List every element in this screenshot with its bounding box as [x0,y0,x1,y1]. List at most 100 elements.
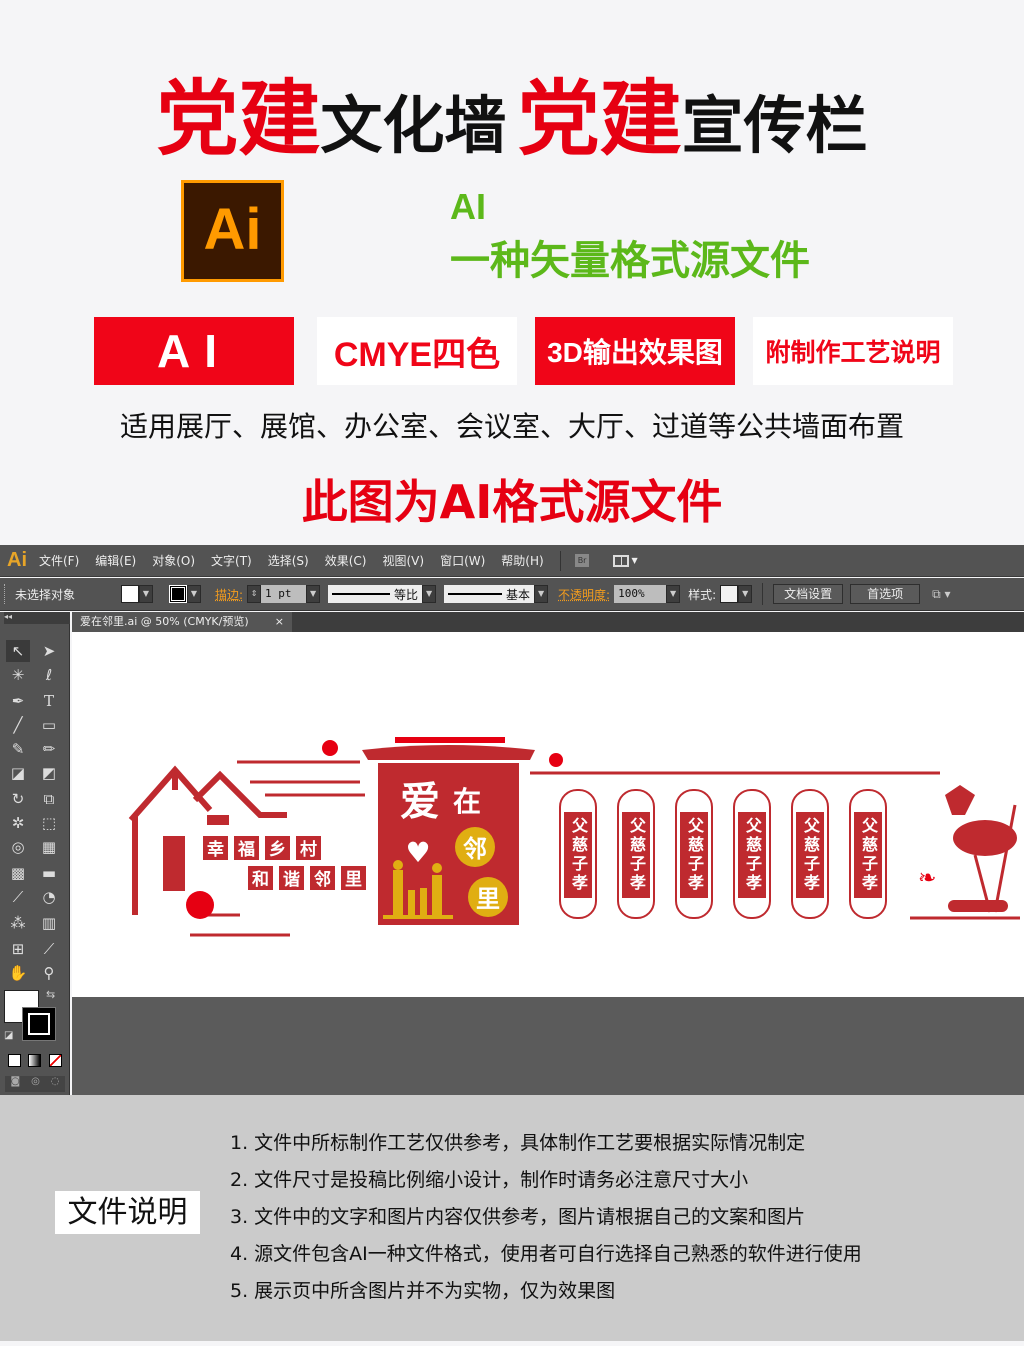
graphic-style-swatch[interactable] [720,585,739,603]
none-mode-icon[interactable] [49,1054,62,1067]
stroke-weight-dropdown[interactable]: ▼ [306,585,321,603]
shape-builder-icon[interactable]: ◎ [6,836,30,858]
perspective-grid-icon[interactable]: ▦ [37,836,61,858]
page-title: 党建文化墙 党建宣传栏 [156,72,868,167]
variable-width-profile[interactable]: 等比 [328,585,423,603]
blob-brush-icon[interactable]: ◪ [6,762,30,784]
stroke-color-box[interactable] [22,1007,56,1041]
pencil-icon[interactable]: ✏ [37,738,61,760]
close-tab-icon[interactable]: × [275,612,284,632]
warp-tool-icon[interactable]: ✲ [6,812,30,834]
panel-title-1: 爱 [400,779,440,825]
medallion-text-2: 里 [476,885,500,913]
scroll-text: 父慈子孝 [743,817,762,893]
notes-heading: 文件说明 [55,1191,200,1234]
color-mode-icon[interactable] [8,1054,21,1067]
arrange-documents-icon[interactable]: ⧉ ▾ [932,587,950,602]
swap-colors-icon[interactable]: ⇆ [46,988,55,1001]
mesh-tool-icon[interactable]: ▩ [6,862,30,884]
paintbrush-icon[interactable]: ✎ [6,738,30,760]
profile-dropdown[interactable]: ▼ [422,585,437,603]
divider [559,550,561,571]
bridge-button[interactable]: Br [574,554,590,567]
brush-dropdown[interactable]: ▼ [534,585,549,603]
type-tool-icon[interactable]: T [37,690,61,712]
symbol-sprayer-icon[interactable]: ⁂ [6,912,30,934]
eyedropper-icon[interactable]: ⟋ [6,886,30,908]
drawing-modes-icon[interactable]: ◙ ◎ ◌ [5,1076,65,1092]
note-item: 1. 文件中所标制作工艺仅供参考，具体制作工艺要根据实际情况制定 [230,1132,806,1154]
cloud-ornament [322,740,338,756]
house-door [163,836,185,891]
opacity-label[interactable]: 不透明度: [558,586,610,603]
rectangle-tool-icon[interactable]: ▭ [37,714,61,736]
artboard-tool-icon[interactable]: ⊞ [6,938,30,960]
document-setup-button[interactable]: 文档设置 [773,584,844,604]
preferences-button[interactable]: 首选项 [850,584,921,604]
free-transform-icon[interactable]: ⬚ [37,812,61,834]
zoom-tool-icon[interactable]: ⚲ [37,962,61,984]
fill-dropdown[interactable]: ▼ [139,585,153,603]
workspace-layout-icon[interactable] [613,554,630,567]
menu-view[interactable]: 视图(V) [382,552,424,569]
pasteboard [72,997,1024,1095]
menu-select[interactable]: 选择(S) [268,552,309,569]
stroke-label[interactable]: 描边: [215,586,243,603]
scroll-text: 父慈子孝 [569,817,588,893]
note-item: 5. 展示页中所含图片并不为实物，仅为效果图 [230,1280,616,1302]
default-colors-icon[interactable]: ◪ [4,1030,13,1041]
menu-bar: Ai 文件(F) 编辑(E) 对象(O) 文字(T) 选择(S) 效果(C) 视… [0,545,1024,577]
menu-type[interactable]: 文字(T) [211,552,252,569]
collapse-panel-icon[interactable]: ◂◂ [4,612,70,624]
fill-swatch[interactable] [121,585,139,603]
opacity-dropdown[interactable]: ▼ [666,585,681,603]
chevron-down-icon[interactable]: ▼ [631,556,637,565]
selection-tool-icon[interactable]: ↖ [6,640,30,662]
scale-tool-icon[interactable]: ⧉ [37,788,61,810]
magic-wand-icon[interactable]: ✳ [6,664,30,686]
koi-fish-icon: ❧ [918,866,936,891]
menu-object[interactable]: 对象(O) [152,552,195,569]
badge-cmyk: CMYE四色 [317,317,517,385]
menu-file[interactable]: 文件(F) [39,552,79,569]
menu-edit[interactable]: 编辑(E) [95,552,136,569]
tools-panel: ◂◂ ↖ ➤ ✳ ℓ ✒ T ╱ ▭ ✎ ✏ ◪ ◩ ↻ ⧉ ✲ ⬚ ◎ ▦ ▩… [0,612,70,1095]
brush-definition[interactable]: 基本 [444,585,535,603]
artboard-canvas[interactable]: 爱 在 ♥ 邻 里 幸福乡村和谐邻里 ❧ 父慈子孝 父慈子孝 父慈子孝 父慈子孝 父慈子… [72,632,1024,997]
menu-effect[interactable]: 效果(C) [325,552,367,569]
app-logo: Ai [7,549,27,571]
direct-selection-tool-icon[interactable]: ➤ [37,640,61,662]
rotate-tool-icon[interactable]: ↻ [6,788,30,810]
scroll-panels [559,789,887,919]
grip-handle[interactable] [4,584,7,604]
note-item: 2. 文件尺寸是投稿比例缩小设计，制作时请务必注意尺寸大小 [230,1169,749,1191]
menu-help[interactable]: 帮助(H) [501,552,543,569]
format-label: AI [450,186,486,227]
stroke-dropdown[interactable]: ▼ [187,585,201,603]
word-tile-text: 邻 [314,869,331,890]
word-tile-text: 幸 [207,839,224,860]
word-tile-text: 乡 [269,840,286,860]
style-dropdown[interactable]: ▼ [738,585,753,603]
document-tab[interactable]: 爱在邻里.ai @ 50% (CMYK/预览) × [72,612,292,632]
line-tool-icon[interactable]: ╱ [6,714,30,736]
stroke-swatch[interactable] [169,585,187,603]
scroll-text: 父慈子孝 [801,817,820,893]
lasso-icon[interactable]: ℓ [37,664,61,686]
opacity-input[interactable]: 100% [614,585,667,603]
word-tile-text: 村 [300,839,317,860]
gradient-mode-icon[interactable] [28,1054,41,1067]
pen-tool-icon[interactable]: ✒ [6,690,30,712]
blend-tool-icon[interactable]: ◔ [37,886,61,908]
badge-3d: 3D输出效果图 [535,317,735,385]
graph-tool-icon[interactable]: ▥ [37,912,61,934]
menu-window[interactable]: 窗口(W) [440,552,485,569]
panel-title-2: 在 [453,785,481,818]
stroke-stepper[interactable]: ⇕ [247,585,262,603]
stroke-weight-input[interactable]: 1 pt [261,585,307,603]
gradient-tool-icon[interactable]: ▬ [37,862,61,884]
eraser-icon[interactable]: ◩ [37,762,61,784]
slice-tool-icon[interactable]: ⟋ [37,938,61,960]
badge-ai: AI [94,317,294,385]
hand-tool-icon[interactable]: ✋ [6,962,30,984]
